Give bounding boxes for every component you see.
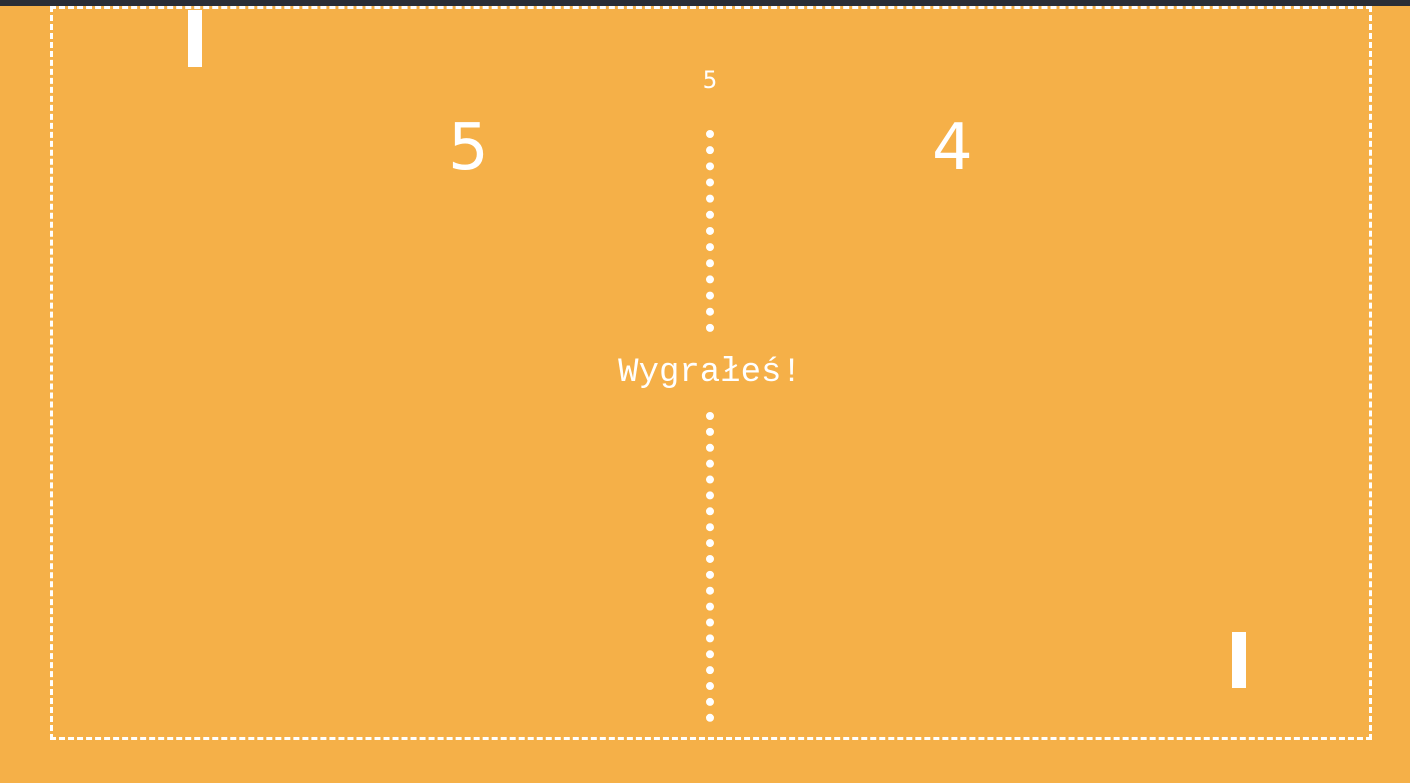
left-paddle <box>188 10 202 67</box>
left-player-score: 5 <box>448 111 489 185</box>
center-net-bottom <box>706 412 714 722</box>
right-player-score: 4 <box>932 111 973 185</box>
center-net-top <box>706 130 714 332</box>
right-paddle <box>1232 632 1246 688</box>
win-message: Wygrałeś! <box>618 354 802 392</box>
target-score: 5 <box>702 66 718 94</box>
